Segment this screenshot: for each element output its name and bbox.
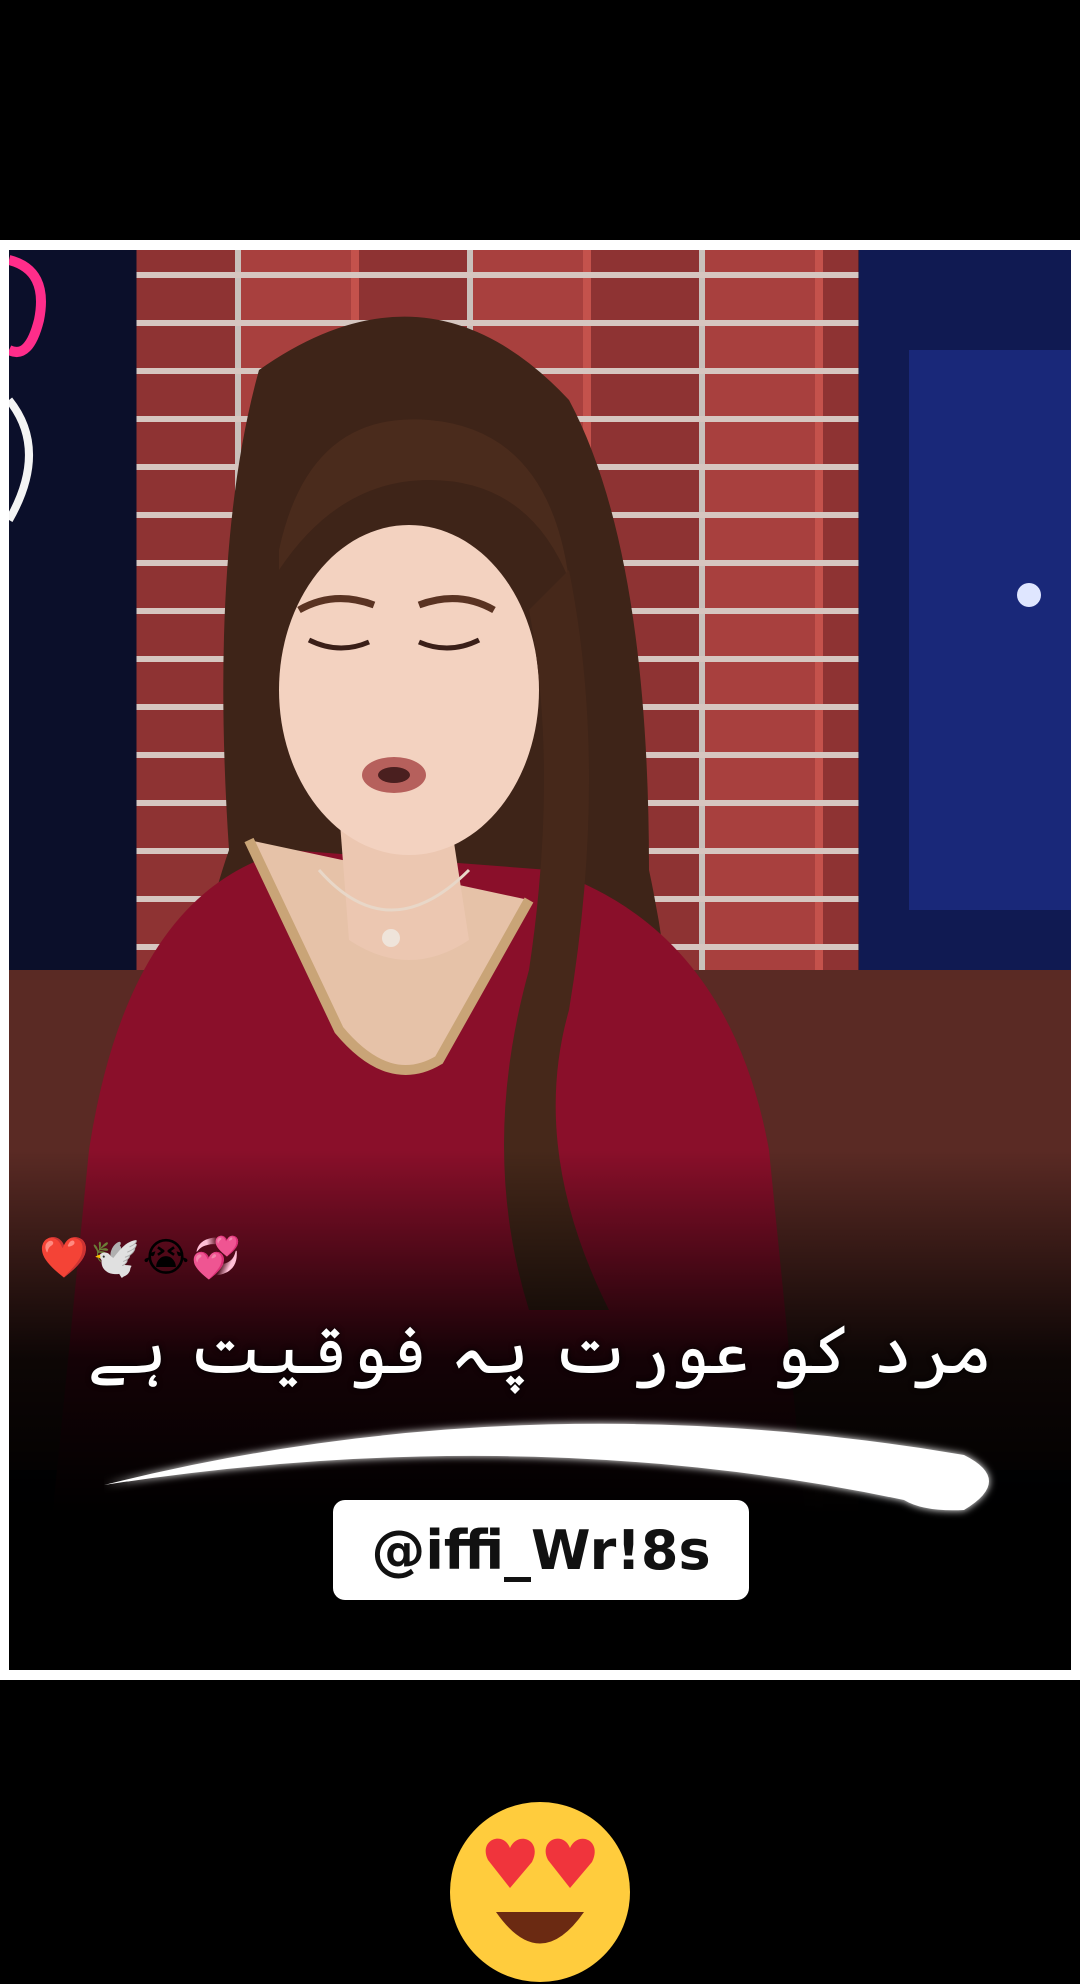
urdu-caption: مرد کو عورت پہ فوقیت ہے	[87, 1311, 993, 1390]
video-player[interactable]: ❤️🕊️😭💞 مرد کو عورت پہ فوقیت ہے @iffi_Wr!…	[9, 250, 1071, 1670]
watermark-handle-text: @iffi_Wr!8s	[371, 1518, 711, 1582]
emoji-strip: ❤️🕊️😭💞	[39, 1235, 244, 1281]
heart-eyes-emoji-icon[interactable]	[448, 1800, 632, 1984]
watermark-handle-badge: @iffi_Wr!8s	[333, 1500, 749, 1600]
video-frame: ❤️🕊️😭💞 مرد کو عورت پہ فوقیت ہے @iffi_Wr!…	[0, 240, 1080, 1680]
